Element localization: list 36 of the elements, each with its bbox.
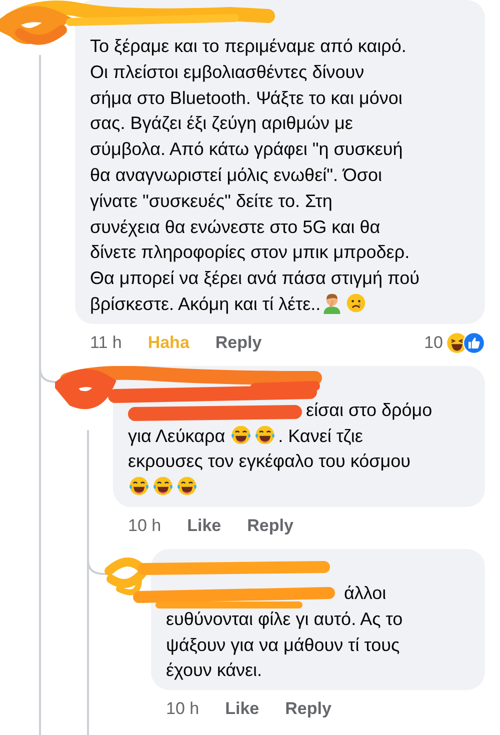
comment-text: γίνατε "συσκευές" δείτε το. Στη: [90, 190, 332, 211]
laughing-face-icon: [176, 475, 198, 498]
comment-text: δίνετε πληροφορίες στον μπικ μπροδερ.: [90, 242, 410, 262]
laughing-face-icon: [254, 424, 276, 446]
like-reaction-icon: [463, 332, 485, 354]
comment-text: σήμα στο Bluetooth. Ψάξτε το και μόνοι: [90, 88, 402, 108]
timestamp: 10 h: [128, 516, 162, 536]
reply-link[interactable]: Reply: [215, 332, 262, 353]
reaction-count: 10: [424, 332, 443, 353]
reply-link[interactable]: Reply: [285, 699, 332, 720]
comment-text: ευθύνονται φίλε γι αυτό. Ας το: [166, 608, 403, 629]
comment-text: . Κανεί τζιε: [278, 426, 363, 446]
like-link[interactable]: Like: [225, 699, 260, 720]
comment-text: Το ξέραμε και το περιμέναμε από καιρό.: [90, 36, 406, 56]
comment-text: ψάξουν για να μάθουν τί τους: [166, 634, 400, 655]
laughing-face-icon: [230, 424, 252, 446]
laughing-face-icon: [152, 475, 174, 498]
timestamp: 10 h: [166, 699, 200, 720]
comment-text: σύμβολα. Από κάτω γράφει "η συσκευή: [90, 139, 403, 160]
laughing-face-icon: [128, 475, 150, 498]
comment-text: συνέχεια θα ενώνεστε στο 5G και θα: [90, 216, 380, 237]
like-link[interactable]: Like: [187, 516, 222, 536]
comment-text: Οι πλείστοι εμβολιασθέντες δίνουν: [90, 62, 364, 82]
comment-text: Θα μπορεί να ξέρει ανά πάσα στιγμή πού: [90, 268, 420, 288]
comment-text: σας. Βγάζει έξι ζεύγη αριθμών με: [90, 113, 353, 134]
reply-link[interactable]: Reply: [247, 516, 294, 536]
timestamp: 11 h: [90, 332, 122, 353]
comment-text: θα αναγνωριστεί μόλις ενωθεί". Όσοι: [90, 164, 382, 185]
comment-text: είσαι στο δρόμο: [306, 400, 432, 420]
thread-connector: [87, 560, 108, 575]
comment-text: έχουν κάνει.: [166, 660, 262, 680]
comment-text: εκρουσες τον εγκέφαλο του κόσμου: [128, 451, 410, 472]
comment-text: άλλοι: [344, 582, 386, 603]
comment-text: για Λεύκαρα: [128, 426, 226, 446]
comment-text: βρίσκεστε. Ακόμη και τί λέτε..: [90, 294, 321, 314]
crying-face-icon: [344, 292, 367, 314]
